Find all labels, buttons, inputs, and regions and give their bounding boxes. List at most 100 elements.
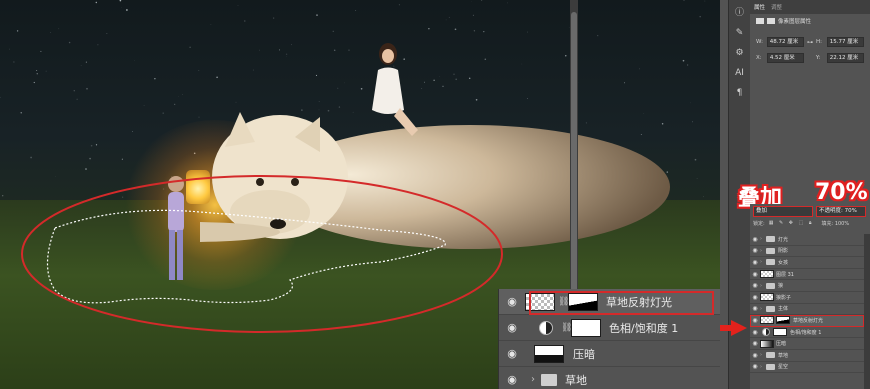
x-field[interactable]: 4.52 厘米 [766, 53, 805, 63]
layer-name: 色相/饱和度 1 [790, 329, 822, 336]
zoom-layer-row[interactable]: ◉ 压暗 [499, 341, 720, 367]
opacity-annotation: 70% [815, 180, 868, 205]
eye-icon[interactable]: ◉ [499, 295, 525, 308]
layer-row[interactable]: ◉ › 灯光 [750, 234, 864, 246]
layer-name: 草地反射灯光 [793, 317, 824, 324]
folder-icon [766, 259, 775, 266]
tab-adjustments[interactable]: 调整 [771, 3, 782, 11]
layers-panel: 叠加 不透明度: 70% 锁定: ▦ ✎ ✥ ⬚ 🔒︎ 填充: 100% ◉ › 灯… [750, 204, 870, 389]
blend-mode-select[interactable]: 叠加 [753, 206, 813, 217]
layer-thumbnail [760, 293, 774, 302]
expand-arrow-icon[interactable]: › [531, 374, 541, 385]
folder-icon [766, 247, 775, 254]
eye-icon[interactable]: ◉ [750, 259, 760, 266]
folder-icon [766, 352, 775, 359]
layer-thumbnail [760, 270, 774, 279]
layer-thumbnail [534, 344, 564, 363]
pixel-layer-icon [756, 18, 764, 24]
eye-icon[interactable]: ◉ [750, 352, 760, 359]
link-icon[interactable]: ⊶ [807, 39, 813, 46]
y-field[interactable]: 22.12 厘米 [826, 53, 864, 63]
layer-name: 狼 [778, 283, 784, 290]
ai-icon[interactable]: AI [733, 66, 747, 80]
layer-name: 灯光 [778, 236, 789, 243]
layer-row[interactable]: ◉ 图层 31 [750, 269, 864, 281]
layer-row[interactable]: ◉ 色相/饱和度 1 [750, 327, 864, 339]
eye-icon[interactable]: ◉ [750, 317, 760, 324]
layer-mask-thumb [571, 318, 601, 337]
layer-name: 图层 31 [776, 271, 794, 278]
y-label: Y: [815, 55, 821, 61]
layer-mask-thumb [568, 292, 598, 311]
folder-icon [766, 305, 775, 312]
layer-row[interactable]: ◉ › 狼 [750, 280, 864, 292]
w-label: W: [756, 39, 763, 45]
layer-name: 星空 [778, 364, 789, 371]
layer-row[interactable]: ◉ › 阴影 [750, 246, 864, 258]
mask-icon [767, 18, 775, 24]
layer-name: 阴影 [778, 248, 789, 255]
layer-row[interactable]: ◉ › 主体 [750, 304, 864, 316]
layer-row[interactable]: ◉ 草地反射灯光 [750, 315, 864, 327]
h-field[interactable]: 15.77 厘米 [826, 37, 864, 47]
layer-thumbnail [760, 316, 774, 325]
opacity-field[interactable]: 不透明度: 70% [816, 206, 866, 217]
eye-icon[interactable]: ◉ [499, 373, 525, 386]
zoom-layer-row[interactable]: ◉ › 草地 [499, 367, 720, 389]
layer-thumbnail [525, 292, 555, 311]
layer-thumbnail [760, 339, 774, 348]
eye-icon[interactable]: ◉ [750, 363, 760, 370]
adjust-icon[interactable]: ⚙ [733, 46, 747, 60]
eye-icon[interactable]: ◉ [750, 305, 760, 312]
x-label: X: [756, 55, 762, 61]
annotation-ellipse [21, 175, 503, 333]
brush-icon[interactable]: ✎ [733, 26, 747, 40]
eye-icon[interactable]: ◉ [750, 329, 760, 336]
properties-title: 像素图层属性 [778, 19, 812, 25]
eye-icon[interactable]: ◉ [750, 340, 760, 347]
layer-name: 草地 [565, 373, 587, 387]
layer-row[interactable]: ◉ 压暗 [750, 338, 864, 350]
layer-name: 草地 [778, 352, 789, 359]
zoomed-layers-inset: ◉ ⛓ 草地反射灯光 ◉ ⛓ 色相/饱和度 1 ◉ 压暗 ◉ › 草地 [498, 289, 720, 389]
eye-icon[interactable]: ◉ [499, 321, 525, 334]
eye-icon[interactable]: ◉ [750, 271, 760, 278]
layers-list: ◉ › 灯光 ◉ › 阴影 ◉ › 女孩 ◉ 图层 31 ◉ › 狼 ◉ 狼影子 ◉ › 主体 ◉ 草地反射灯光 ◉ 色相/… [750, 234, 864, 374]
layer-row[interactable]: ◉ › 女孩 [750, 257, 864, 269]
layer-row[interactable]: ◉ › 草地 [750, 350, 864, 362]
folder-icon [541, 373, 557, 386]
layer-name: 压暗 [776, 341, 787, 348]
zoom-layer-row[interactable]: ◉ ⛓ 草地反射灯光 [499, 289, 720, 315]
tab-properties[interactable]: 属性 [754, 3, 765, 11]
lock-label: 锁定: [753, 221, 765, 227]
eye-icon[interactable]: ◉ [750, 247, 760, 254]
folder-icon [766, 236, 775, 243]
info-icon[interactable]: ⓘ [733, 6, 747, 20]
properties-panel: 属性 调整 像素图层属性 W: 48.72 厘米 ⊶ H: 15.77 厘米 X… [750, 0, 870, 178]
layer-name: 草地反射灯光 [606, 295, 672, 309]
layer-row[interactable]: ◉ › 星空 [750, 362, 864, 374]
eye-icon[interactable]: ◉ [750, 236, 760, 243]
adjustment-icon [762, 328, 770, 337]
layer-mask-thumb [773, 328, 787, 337]
zoom-layer-row[interactable]: ◉ ⛓ 色相/饱和度 1 [499, 315, 720, 341]
h-label: H: [816, 39, 822, 45]
w-field[interactable]: 48.72 厘米 [766, 37, 804, 47]
layer-name: 色相/饱和度 1 [609, 321, 679, 335]
eye-icon[interactable]: ◉ [499, 347, 525, 360]
eye-icon[interactable]: ◉ [750, 294, 760, 301]
folder-icon [766, 282, 775, 289]
layers-scrollbar[interactable] [864, 234, 870, 389]
fill-field[interactable]: 填充: 100% [822, 220, 850, 227]
layer-name: 狼影子 [776, 294, 792, 301]
layer-name: 主体 [778, 306, 789, 313]
link-icon: ⛓ [558, 296, 570, 307]
eye-icon[interactable]: ◉ [750, 282, 760, 289]
layer-row[interactable]: ◉ 狼影子 [750, 292, 864, 304]
paragraph-icon[interactable]: ¶ [733, 86, 747, 100]
adjustment-icon [539, 320, 553, 335]
folder-icon [766, 363, 775, 370]
lock-icons[interactable]: ▦ ✎ ✥ ⬚ 🔒︎ [769, 220, 814, 227]
layer-name: 女孩 [778, 259, 789, 266]
layer-name: 压暗 [573, 347, 595, 361]
